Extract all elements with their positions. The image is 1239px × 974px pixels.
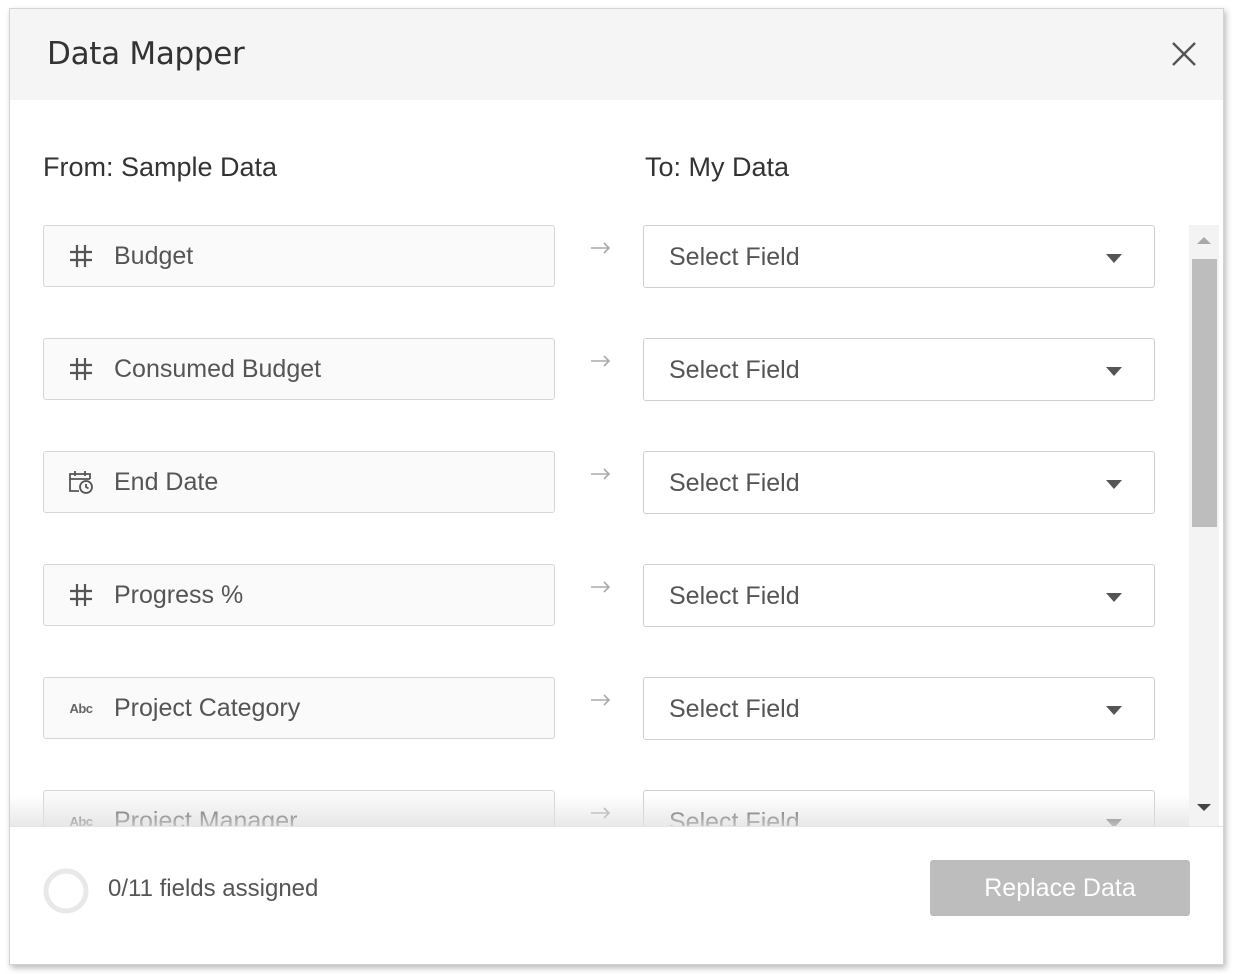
dialog-footer: 0/11 fields assigned Replace Data: [10, 826, 1223, 964]
scrollbar-thumb[interactable]: [1192, 259, 1217, 527]
select-field-placeholder: Select Field: [669, 582, 800, 610]
mapping-row: Progress % Select Field: [10, 548, 1190, 627]
source-field-name: Budget: [114, 242, 194, 270]
scroll-up-button[interactable]: [1189, 225, 1219, 257]
mapping-row: Consumed Budget Select Field: [10, 322, 1190, 401]
source-field-name: Project Category: [114, 694, 301, 722]
close-icon: [1172, 42, 1196, 66]
select-field-placeholder: Select Field: [669, 356, 800, 384]
arrow-right-icon: [590, 806, 612, 820]
string-icon: Abc: [69, 813, 93, 827]
string-icon: Abc: [69, 700, 93, 716]
date-icon: [66, 467, 96, 497]
arrow-right-icon: [590, 580, 612, 594]
select-field-placeholder: Select Field: [669, 695, 800, 723]
source-field-name: End Date: [114, 468, 219, 496]
arrow-right-icon: [590, 693, 612, 707]
mapping-list: Budget Select Field Consumed Budget Select …: [10, 209, 1223, 826]
target-field-select[interactable]: Select Field: [643, 225, 1155, 288]
mapping-row: Abc Project Category Select Field: [10, 661, 1190, 740]
arrow-right-icon: [590, 241, 612, 255]
source-field: Budget: [43, 225, 555, 287]
mapping-row: Budget Select Field: [10, 209, 1190, 288]
mapping-row: End Date Select Field: [10, 435, 1190, 514]
chevron-down-icon: [1106, 706, 1122, 715]
target-field-select[interactable]: Select Field: [643, 790, 1155, 826]
mapping-row: Abc Project Manager Select Field: [10, 774, 1190, 826]
number-icon: [66, 354, 96, 384]
source-field: Progress %: [43, 564, 555, 626]
source-field: Consumed Budget: [43, 338, 555, 400]
source-field-name: Project Manager: [114, 807, 298, 826]
target-field-select[interactable]: Select Field: [643, 677, 1155, 740]
arrow-right-icon: [590, 354, 612, 368]
arrow-right-icon: [590, 467, 612, 481]
chevron-down-icon: [1106, 593, 1122, 602]
dialog-title: Data Mapper: [47, 36, 245, 72]
scroll-down-button[interactable]: [1189, 794, 1219, 826]
select-field-placeholder: Select Field: [669, 808, 800, 826]
chevron-down-icon: [1106, 367, 1122, 376]
target-field-select[interactable]: Select Field: [643, 564, 1155, 627]
chevron-down-icon: [1106, 819, 1122, 826]
source-field-name: Consumed Budget: [114, 355, 322, 383]
number-icon: [66, 241, 96, 271]
number-icon: [66, 580, 96, 610]
select-field-placeholder: Select Field: [669, 243, 800, 271]
replace-data-button[interactable]: Replace Data: [930, 860, 1190, 916]
source-field-name: Progress %: [114, 581, 244, 609]
source-field: Abc Project Manager: [43, 790, 555, 826]
to-column-label: To: My Data: [645, 152, 790, 182]
data-mapper-dialog: Data Mapper From: Sample Data To: My Dat…: [9, 8, 1224, 965]
target-field-select[interactable]: Select Field: [643, 338, 1155, 401]
scrollbar[interactable]: [1189, 225, 1219, 826]
target-field-select[interactable]: Select Field: [643, 451, 1155, 514]
fields-assigned-status: 0/11 fields assigned: [108, 875, 319, 902]
close-button[interactable]: [1168, 38, 1200, 70]
source-field: Abc Project Category: [43, 677, 555, 739]
select-field-placeholder: Select Field: [669, 469, 800, 497]
progress-ring-icon: [43, 868, 89, 914]
dialog-header: Data Mapper: [10, 9, 1223, 100]
source-field: End Date: [43, 451, 555, 513]
from-column-label: From: Sample Data: [43, 152, 278, 182]
chevron-down-icon: [1106, 254, 1122, 263]
chevron-down-icon: [1106, 480, 1122, 489]
